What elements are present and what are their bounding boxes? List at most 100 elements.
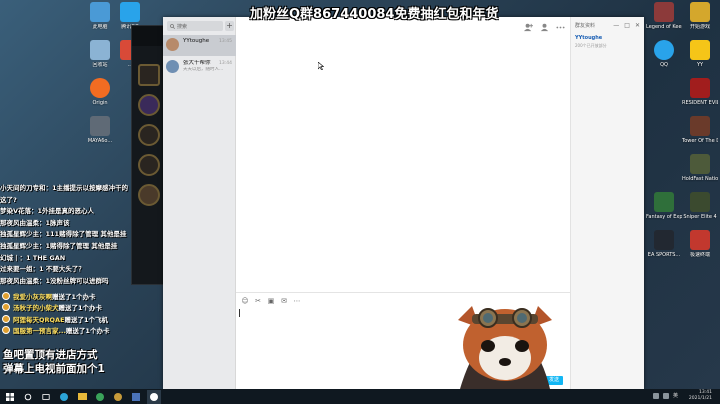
info-panel-title: 群友资料 xyxy=(575,22,596,29)
desktop-icon[interactable]: Origin xyxy=(82,78,118,106)
desktop-icon[interactable]: RESIDENT EVIL 3 xyxy=(682,78,718,106)
file-icon[interactable]: ✉ xyxy=(280,297,288,305)
gift-user: 阿狸每天QRQAE xyxy=(13,315,65,324)
danmaku-list: 小天间的刀专和：1主播提示以按摩感冲干的 这了? 梦染V花落：1外挂是真的恶心人… xyxy=(0,183,140,287)
desktop-icon[interactable]: 开始游戏 xyxy=(682,2,718,30)
text-caret xyxy=(239,309,240,317)
minimize-button[interactable]: — xyxy=(613,22,619,29)
volume-icon[interactable] xyxy=(662,393,669,399)
message-time: 13:45 xyxy=(219,39,232,44)
more-icon[interactable]: ⋯ xyxy=(293,297,301,305)
search-box[interactable]: 搜索 xyxy=(167,21,223,31)
danmaku-message: 梦染V花落：1外挂是真的恶心人 xyxy=(0,207,95,216)
stream-notice: 鱼吧置顶有进店方式 弹幕上电视前面加个1 xyxy=(3,348,105,376)
taskbar-app[interactable] xyxy=(93,390,107,404)
image-icon[interactable]: ▣ xyxy=(267,297,275,305)
qq-icon xyxy=(150,392,158,401)
danmaku-message: 这了? xyxy=(0,195,17,204)
desktop-icon[interactable]: QQ xyxy=(646,40,682,68)
qq-icon xyxy=(120,2,140,22)
game-icon xyxy=(654,192,674,212)
contact-icon[interactable] xyxy=(540,23,549,32)
avatar xyxy=(166,38,179,51)
skill-slot[interactable] xyxy=(138,154,160,176)
game-icon xyxy=(114,392,122,401)
language-indicator[interactable]: 英 xyxy=(673,393,678,399)
game-client-header xyxy=(132,26,164,46)
more-icon[interactable] xyxy=(556,23,565,32)
conversation-item[interactable]: YYtoughe 13:45 xyxy=(163,35,236,56)
gift-item: 汤秋子的小柴犬 赠送了1个办卡 xyxy=(2,302,172,314)
screenshot-icon[interactable]: ✂ xyxy=(254,297,262,305)
add-friend-icon[interactable] xyxy=(524,23,533,32)
network-icon[interactable] xyxy=(652,393,659,399)
messenger-window: 搜索 + YYtoughe 13:45 张大千帮你 天天以后，随时人... 13… xyxy=(163,17,644,389)
skill-slot[interactable] xyxy=(138,184,160,206)
gift-icon xyxy=(2,291,10,300)
search-button[interactable] xyxy=(21,390,35,404)
gift-user: 汤秋子的小柴犬 xyxy=(13,304,59,313)
window-controls: — □ ✕ xyxy=(613,22,640,29)
emoji-icon[interactable]: ☺ xyxy=(241,297,249,305)
gift-item: 我爱小灰灰啊 赠送了1个办卡 xyxy=(2,290,172,302)
taskbar-app[interactable] xyxy=(129,390,143,404)
maximize-button[interactable]: □ xyxy=(624,22,630,29)
skill-slot[interactable] xyxy=(138,64,160,86)
start-button[interactable] xyxy=(3,390,17,404)
edge-icon xyxy=(60,392,68,401)
desktop-icon[interactable]: MAYA6o... xyxy=(82,116,118,144)
desktop-icon[interactable]: Legend of Keepers... xyxy=(646,2,682,30)
app-icon xyxy=(96,392,104,401)
taskbar-app[interactable] xyxy=(75,390,89,404)
gift-text: 赠送了1个办卡 xyxy=(52,292,96,301)
origin-icon xyxy=(90,78,110,98)
conversation-list: 搜索 + YYtoughe 13:45 张大千帮你 天天以后，随时人... 13… xyxy=(163,17,236,389)
taskview-button[interactable] xyxy=(39,390,53,404)
desktop-icon[interactable]: Fantasy of Expediti... xyxy=(646,192,682,220)
cursor-icon xyxy=(318,62,324,70)
stream-banner: 加粉丝Q群867440084免费抽红包和年货 xyxy=(250,7,499,22)
desktop-icon[interactable]: EA SPORTS... xyxy=(646,230,682,258)
desktop-icon[interactable]: 极速终端 xyxy=(682,230,718,258)
taskbar-app[interactable] xyxy=(57,390,71,404)
divider xyxy=(236,292,570,293)
conversation-item[interactable]: 张大千帮你 天天以后，随时人... 13:44 xyxy=(163,57,236,78)
skill-slot[interactable] xyxy=(138,94,160,116)
taskbar-app-qq-active[interactable] xyxy=(147,389,161,404)
gift-user: 国服第一预言家... xyxy=(13,327,66,336)
desktop-icon[interactable]: HoldFast Nations... xyxy=(682,154,718,182)
game-icon xyxy=(654,2,674,22)
taskbar: 英 13:41 2021/1/21 xyxy=(0,389,720,404)
gift-icon xyxy=(2,303,10,312)
gift-item: 阿狸每天QRQAE 赠送了1个飞机 xyxy=(2,313,172,325)
desktop-icon[interactable]: Tower Of The Dead... xyxy=(682,116,718,144)
taskbar-app[interactable] xyxy=(111,390,125,404)
skill-slot[interactable] xyxy=(138,124,160,146)
gift-text: 赠送了1个办卡 xyxy=(65,327,110,336)
taskview-icon xyxy=(42,393,50,400)
desktop-icon[interactable]: YY xyxy=(682,40,718,68)
danmaku-message: 幻城丨：1 THE GAN xyxy=(0,253,66,262)
recycle-bin-icon xyxy=(90,40,110,60)
danmaku-message: 那夜风由温柔：1没粉丝牌可以进群吗 xyxy=(0,276,109,285)
gift-icon xyxy=(2,326,10,335)
desktop-icon[interactable]: Sniper Elite 4 xyxy=(682,192,718,220)
add-button[interactable]: + xyxy=(225,21,234,31)
clock[interactable]: 13:41 2021/1/21 xyxy=(689,390,712,402)
message-history[interactable] xyxy=(236,37,570,292)
close-button[interactable]: ✕ xyxy=(635,22,640,29)
info-name[interactable]: YYtoughe xyxy=(571,35,644,41)
danmaku-message: 那夜风由温柔：1脉声该 xyxy=(0,218,70,227)
game-icon xyxy=(690,78,710,98)
file-icon xyxy=(90,116,110,136)
danmaku-message: 过来要一姐：1 不要大头了？ xyxy=(0,265,85,274)
search-icon xyxy=(170,23,175,29)
desktop-right-icons: Legend of Keepers... 开始游戏 QQ YY RESIDENT… xyxy=(644,0,720,389)
danmaku-message: 小天间的刀专和：1主播提示以按摩感冲干的 xyxy=(0,184,129,192)
search-input[interactable]: 搜索 xyxy=(177,23,187,30)
message-time: 13:44 xyxy=(219,61,232,66)
info-subtitle: 200个已开放部分 xyxy=(575,43,607,48)
gift-item: 国服第一预言家... 赠送了1个办卡 xyxy=(2,325,172,337)
avatar xyxy=(166,60,179,73)
game-icon xyxy=(690,2,710,22)
